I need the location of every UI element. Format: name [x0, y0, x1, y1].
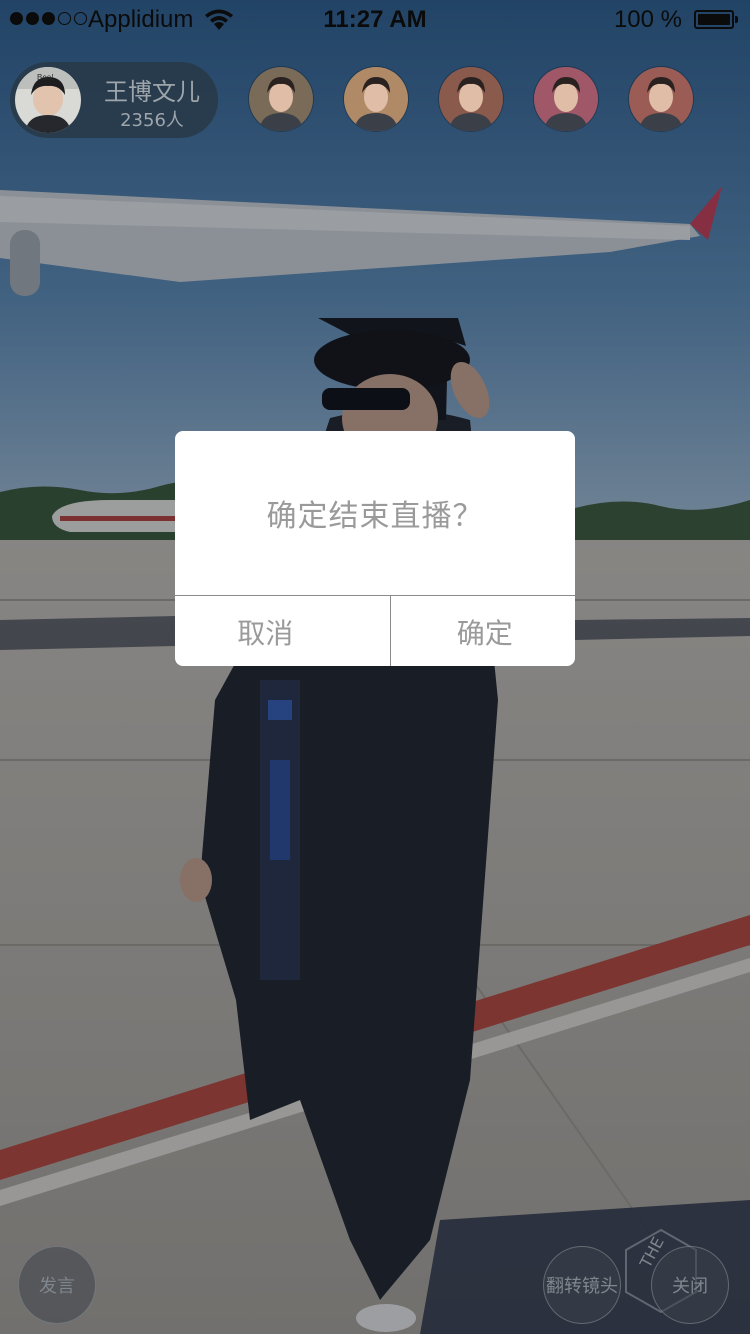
end-live-confirm-dialog: 确定结束直播？ 取消 确定 — [175, 431, 575, 666]
host-name: 王博文儿 — [104, 78, 200, 106]
confirm-button[interactable]: 确定 — [389, 596, 576, 666]
viewer-avatar[interactable] — [249, 67, 313, 131]
live-stream-screen: Applidium 11:27 AM 100 % Boo! 王博文儿 2356人 — [0, 0, 750, 1334]
host-avatar[interactable]: Boo! — [15, 67, 81, 133]
speak-button[interactable]: 发言 — [18, 1246, 96, 1324]
host-avatar-text: Boo! — [37, 73, 53, 82]
flip-camera-button[interactable]: 翻转镜头 — [543, 1246, 621, 1324]
battery-icon — [694, 10, 738, 29]
cancel-button[interactable]: 取消 — [175, 596, 390, 666]
viewer-avatar[interactable] — [534, 67, 598, 131]
close-button[interactable]: 关闭 — [651, 1246, 729, 1324]
dialog-message: 确定结束直播？ — [266, 499, 484, 534]
dim-overlay — [0, 0, 750, 1334]
viewer-avatar[interactable] — [439, 67, 503, 131]
battery-percentage: 100 % — [613, 6, 682, 33]
viewer-avatar[interactable] — [629, 67, 693, 131]
battery-level-fill — [698, 14, 730, 25]
host-info-card[interactable]: Boo! 王博文儿 2356人 — [10, 62, 218, 138]
dialog-actions: 取消 确定 — [175, 595, 575, 666]
status-bar: Applidium 11:27 AM 100 % — [0, 0, 750, 40]
viewer-count: 2356人 — [120, 110, 184, 131]
viewer-avatar[interactable] — [344, 67, 408, 131]
